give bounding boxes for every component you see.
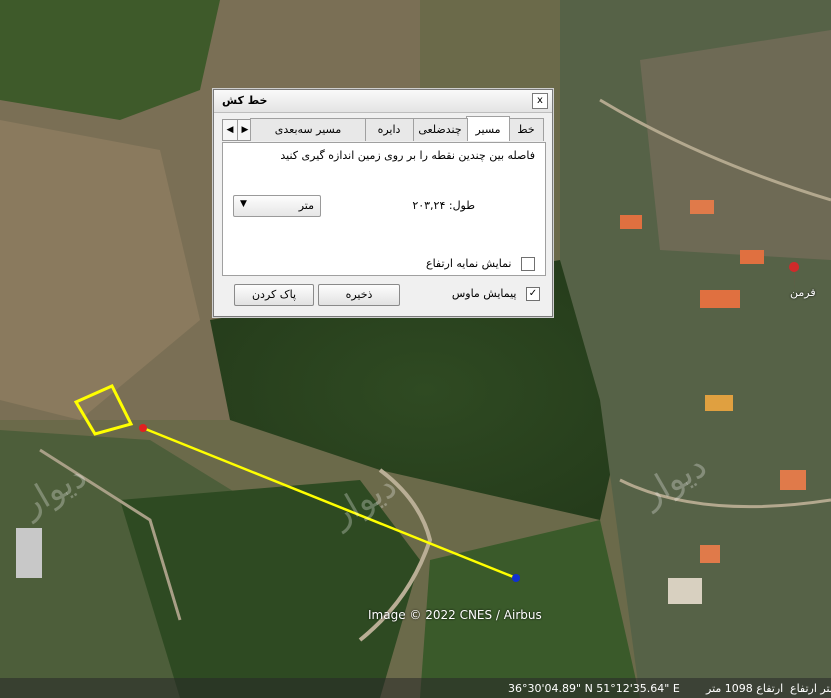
length-label: طول: [448,199,475,212]
elevation-readout: ارتفاع 1098 متر [706,682,784,695]
dialog-title: خط کش [222,94,268,107]
chevron-down-icon: ▼ [240,199,247,209]
ruler-dialog: خط کش x ◀ ▶ خط مسیر چندضلعی دایره مسیر س… [213,89,553,317]
dialog-titlebar[interactable]: خط کش x [214,90,552,113]
status-bar: 36°30'04.89" N 51°12'35.64" E ارتفاع 109… [0,678,831,698]
close-button[interactable]: x [532,93,548,109]
length-readout: طول: ۲۰۳,۲۴ [412,199,475,212]
mouse-navigation-label: پیمایش ماوس [451,287,517,300]
path-start-point[interactable] [139,424,147,432]
save-button[interactable]: ذخیره [318,284,400,306]
tab-3d-path[interactable]: مسیر سه‌بعدی [250,118,366,141]
mouse-navigation-option[interactable]: ✓ پیمایش ماوس [452,287,540,301]
tab-path[interactable]: مسیر [466,116,510,141]
altitude-readout: متر ارتفاع [790,682,831,695]
description-text: فاصله بین چندین نقطه را بر روی زمین اندا… [280,149,535,162]
tab-polygon[interactable]: چندضلعی [412,118,468,141]
unit-dropdown[interactable]: متر ▼ [233,195,321,217]
unit-selected-value: متر [298,199,314,212]
coordinates-readout: 36°30'04.89" N 51°12'35.64" E [508,682,680,695]
dialog-actions: ✓ پیمایش ماوس ذخیره پاک کردن [214,284,552,308]
tab-panel: فاصله بین چندین نقطه را بر روی زمین اندا… [222,142,546,276]
length-value: ۲۰۳,۲۴ [412,199,446,212]
show-elevation-label: نمایش نمایه ارتفاع [426,257,512,270]
path-end-point[interactable] [512,574,520,582]
imagery-credit: Image © 2022 CNES / Airbus [368,608,542,622]
mouse-navigation-checkbox[interactable]: ✓ [526,287,540,301]
show-elevation-option[interactable]: نمایش نمایه ارتفاع [426,257,535,271]
clear-button[interactable]: پاک کردن [234,284,314,306]
tab-circle[interactable]: دایره [364,118,414,141]
tab-bar: خط مسیر چندضلعی دایره مسیر سه‌بعدی [222,116,544,142]
tab-line[interactable]: خط [508,118,544,141]
poi-label[interactable]: فرمن [790,286,816,299]
show-elevation-checkbox[interactable] [521,257,535,271]
